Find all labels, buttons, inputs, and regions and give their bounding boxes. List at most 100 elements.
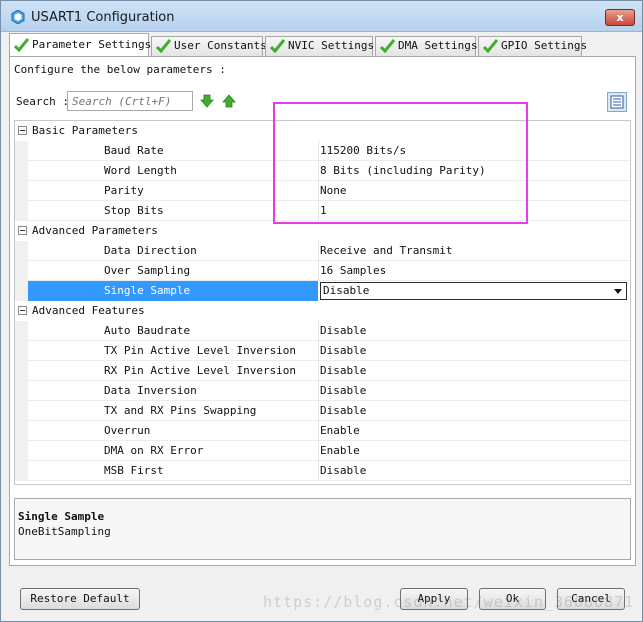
param-value[interactable]: Disable (320, 324, 366, 337)
collapse-icon[interactable] (18, 126, 27, 135)
cancel-button[interactable]: Cancel (557, 588, 625, 610)
collapse-icon[interactable] (18, 226, 27, 235)
param-value[interactable]: Receive and Transmit (320, 244, 452, 257)
group-basic-parameters[interactable]: Basic Parameters (15, 121, 630, 141)
view-toggle-button[interactable] (607, 92, 627, 112)
column-divider (318, 241, 319, 261)
param-value[interactable]: Enable (320, 444, 360, 457)
property-grid: Basic Parameters Baud Rate 115200 Bits/s… (14, 120, 631, 485)
param-name: Word Length (104, 164, 177, 177)
param-row-parity[interactable]: Parity None (15, 181, 630, 201)
param-row-data-inversion[interactable]: Data Inversion Disable (15, 381, 630, 401)
description-text: OneBitSampling (18, 525, 111, 538)
param-name: Auto Baudrate (104, 324, 191, 337)
group-advanced-parameters[interactable]: Advanced Parameters (15, 221, 630, 241)
search-input[interactable] (67, 91, 193, 111)
param-value[interactable]: Disable (320, 404, 366, 417)
group-label: Basic Parameters (32, 124, 138, 137)
param-row-auto-baudrate[interactable]: Auto Baudrate Disable (15, 321, 630, 341)
column-divider (318, 341, 319, 361)
param-row-word-length[interactable]: Word Length 8 Bits (including Parity) (15, 161, 630, 181)
search-label: Search : (16, 95, 69, 108)
param-value[interactable]: 115200 Bits/s (320, 144, 406, 157)
instruction-text: Configure the below parameters : (14, 63, 226, 76)
param-name: Parity (104, 184, 144, 197)
param-name: Data Inversion (104, 384, 197, 397)
param-value[interactable]: 16 Samples (320, 264, 386, 277)
column-divider (318, 441, 319, 461)
column-divider (318, 261, 319, 281)
check-icon (270, 39, 285, 53)
dropdown-value: Disable (323, 284, 370, 297)
param-name: MSB First (104, 464, 164, 477)
param-value[interactable]: Disable (320, 464, 366, 477)
param-row-over-sampling[interactable]: Over Sampling 16 Samples (15, 261, 630, 281)
column-divider (318, 161, 319, 181)
column-divider (318, 381, 319, 401)
collapse-icon[interactable] (18, 306, 27, 315)
column-divider (318, 361, 319, 381)
column-divider (318, 181, 319, 201)
param-value[interactable]: None (320, 184, 347, 197)
param-name: Data Direction (104, 244, 197, 257)
close-button[interactable]: x (605, 9, 635, 26)
param-row-overrun[interactable]: Overrun Enable (15, 421, 630, 441)
tab-label: NVIC Settings (288, 39, 375, 52)
tab-dma-settings[interactable]: DMA Settings (375, 36, 478, 56)
param-row-msb-first[interactable]: MSB First Disable (15, 461, 630, 481)
param-value[interactable]: Disable (320, 344, 366, 357)
window-title: USART1 Configuration (31, 10, 175, 25)
apply-button[interactable]: Apply (400, 588, 468, 610)
param-row-baud-rate[interactable]: Baud Rate 115200 Bits/s (15, 141, 630, 161)
parameter-settings-panel: Configure the below parameters : Search … (9, 56, 636, 566)
description-title: Single Sample (18, 510, 105, 523)
param-value[interactable]: 1 (320, 204, 327, 217)
param-name: TX Pin Active Level Inversion (104, 344, 297, 357)
param-name: Over Sampling (104, 264, 191, 277)
chevron-down-icon[interactable] (614, 289, 622, 294)
tab-label: DMA Settings (398, 39, 478, 52)
tab-parameter-settings[interactable]: Parameter Settings (9, 33, 151, 56)
param-value[interactable]: Disable (320, 364, 366, 377)
usart1-configuration-dialog: USART1 Configuration x Parameter Setting… (0, 0, 643, 622)
arrow-up-icon[interactable] (222, 94, 236, 108)
app-cube-icon (11, 10, 25, 24)
param-row-tx-pin-inversion[interactable]: TX Pin Active Level Inversion Disable (15, 341, 630, 361)
tab-label: User Constants (174, 39, 267, 52)
row-divider (28, 480, 630, 481)
description-box: Single Sample OneBitSampling (14, 498, 631, 560)
check-icon (156, 39, 171, 53)
restore-default-button[interactable]: Restore Default (20, 588, 140, 610)
param-name: DMA on RX Error (104, 444, 204, 457)
param-row-rx-pin-inversion[interactable]: RX Pin Active Level Inversion Disable (15, 361, 630, 381)
column-divider (318, 321, 319, 341)
param-name: TX and RX Pins Swapping (104, 404, 257, 417)
single-sample-dropdown[interactable]: Disable (320, 282, 627, 300)
group-label: Advanced Parameters (32, 224, 158, 237)
title-bar[interactable]: USART1 Configuration x (1, 1, 642, 32)
column-divider (318, 201, 319, 221)
tab-user-constants[interactable]: User Constants (151, 36, 267, 56)
param-value[interactable]: 8 Bits (including Parity) (320, 164, 486, 177)
param-row-dma-on-rx-error[interactable]: DMA on RX Error Enable (15, 441, 630, 461)
param-value[interactable]: Enable (320, 424, 360, 437)
param-value[interactable]: Disable (320, 384, 366, 397)
arrow-down-icon[interactable] (200, 94, 214, 108)
tab-nvic-settings[interactable]: NVIC Settings (265, 36, 375, 56)
param-row-single-sample[interactable]: Single Sample Disable (15, 281, 630, 301)
param-name: Baud Rate (104, 144, 164, 157)
param-row-pins-swapping[interactable]: TX and RX Pins Swapping Disable (15, 401, 630, 421)
check-icon (380, 39, 395, 53)
column-divider (318, 421, 319, 441)
param-name: Overrun (104, 424, 151, 437)
tab-label: GPIO Settings (501, 39, 588, 52)
tab-gpio-settings[interactable]: GPIO Settings (478, 36, 587, 56)
column-divider (318, 401, 319, 421)
param-name: Stop Bits (104, 204, 164, 217)
group-label: Advanced Features (32, 304, 145, 317)
column-divider (318, 461, 319, 481)
group-advanced-features[interactable]: Advanced Features (15, 301, 630, 321)
param-row-stop-bits[interactable]: Stop Bits 1 (15, 201, 630, 221)
ok-button[interactable]: Ok (479, 588, 546, 610)
param-row-data-direction[interactable]: Data Direction Receive and Transmit (15, 241, 630, 261)
